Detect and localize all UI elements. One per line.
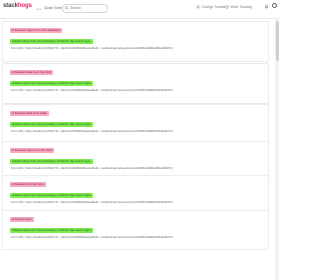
added-badge: Added value from the repository to field… [10, 39, 93, 44]
environment-label: Live [36, 7, 42, 11]
added-badge: Added value from the repository to field… [10, 159, 93, 164]
nav-work-tracking[interactable]: Work Tracking [225, 5, 252, 9]
removed-badge: ● Deleted data from the field [10, 70, 54, 75]
nav-change-tracker-label: Change Tracker [201, 5, 226, 9]
top-bar: stackhogs Live Quick Search ▾ Change Tra… [0, 0, 280, 19]
record-url[interactable]: From URL: https://localhost:4000/u7f1...… [11, 235, 173, 239]
added-badge: Added value from the repository to field… [10, 193, 93, 198]
search-icon [65, 5, 69, 10]
added-badge: Added value from the repository to field… [10, 122, 93, 127]
removed-badge: ● Deleted the field type [10, 182, 46, 187]
user-icon[interactable] [272, 3, 277, 8]
record-url[interactable]: From URL: https://localhost:4000/u7f1...… [11, 46, 173, 50]
record-url[interactable]: From URL: https://localhost:4000/u7f1...… [11, 88, 173, 92]
record-card: ● Deleted item Added value from the repo… [2, 210, 269, 250]
added-badge: Added value from the repository to field… [10, 81, 93, 86]
scrollbar-thumb[interactable] [275, 21, 279, 61]
bell-icon[interactable] [264, 4, 269, 9]
record-card: ● Deleted object from the database Added… [2, 21, 269, 62]
removed-badge: ● Deleted object from the database [10, 28, 63, 33]
logo-accent-text: hogs [17, 3, 32, 9]
record-card: ● Deleted the field type Added value fro… [2, 175, 269, 213]
app-logo[interactable]: stackhogs [3, 3, 32, 9]
search-input[interactable] [70, 5, 104, 11]
record-url[interactable]: From URL: https://localhost:4000/u7f1...… [11, 166, 173, 170]
record-url[interactable]: From URL: https://localhost:4000/u7f1...… [11, 129, 173, 133]
search-box[interactable] [62, 4, 108, 13]
removed-badge: ● Deleted value from the field [10, 148, 55, 153]
added-badge: Added value from the repository to field… [10, 228, 93, 233]
history-icon [225, 5, 229, 9]
nav-work-tracking-label: Work Tracking [230, 5, 253, 9]
record-card: ● Deleted data from the field Added valu… [2, 63, 269, 104]
logo-main-text: stack [3, 3, 18, 9]
page-scrollbar[interactable] [275, 19, 279, 280]
removed-badge: ● Deleted data from table [10, 111, 49, 116]
settings-icon [196, 5, 200, 9]
removed-badge: ● Deleted item [10, 217, 35, 222]
nav-change-tracker[interactable]: Change Tracker [196, 5, 226, 9]
record-url[interactable]: From URL: https://localhost:4000/u7f1...… [11, 200, 173, 204]
record-card: ● Deleted data from table Added value fr… [2, 104, 269, 145]
